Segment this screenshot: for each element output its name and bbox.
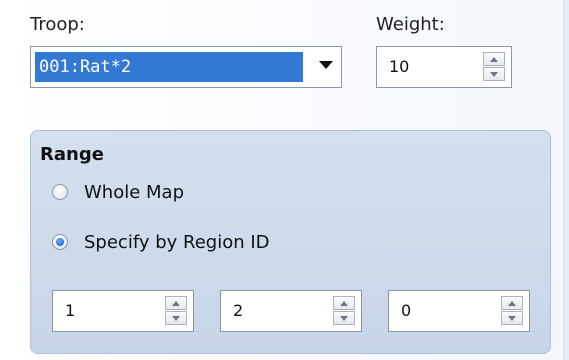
arrow-down-icon [340, 316, 348, 321]
radio-selected-dot [56, 238, 64, 246]
arrow-down-icon [172, 316, 180, 321]
region-id-2-spinner[interactable]: 2 [220, 290, 362, 332]
region-id-3-value: 0 [401, 301, 412, 320]
weight-spin-buttons [483, 52, 505, 82]
region-id-2-spin-buttons [333, 296, 355, 326]
range-title: Range [40, 144, 104, 165]
troop-dialog-panel: Troop: 001:Rat*2 Weight: 10 Range Whole … [0, 0, 569, 360]
region-id-2-decrement-button[interactable] [333, 311, 355, 325]
region-id-1-spin-buttons [165, 296, 187, 326]
region-id-2-value: 2 [233, 301, 244, 320]
radio-whole-map-button[interactable] [52, 184, 68, 200]
arrow-down-icon [508, 316, 516, 321]
chevron-down-icon[interactable] [319, 61, 333, 69]
troop-selected-value: 001:Rat*2 [35, 52, 303, 82]
weight-value: 10 [389, 57, 410, 76]
region-id-1-decrement-button[interactable] [165, 311, 187, 325]
region-id-3-decrement-button[interactable] [501, 311, 523, 325]
weight-increment-button[interactable] [483, 52, 505, 66]
troop-label: Troop: [30, 14, 85, 35]
radio-whole-map-label[interactable]: Whole Map [84, 182, 184, 204]
region-id-3-spinner[interactable]: 0 [388, 290, 530, 332]
arrow-up-icon [340, 301, 348, 306]
radio-specify-region-button[interactable] [52, 234, 68, 250]
panel-edge [563, 0, 569, 360]
region-id-3-spin-buttons [501, 296, 523, 326]
region-id-2-increment-button[interactable] [333, 296, 355, 310]
region-id-3-increment-button[interactable] [501, 296, 523, 310]
weight-spinner[interactable]: 10 [376, 46, 512, 88]
troop-combobox[interactable]: 001:Rat*2 [30, 46, 342, 88]
radio-specify-region-label[interactable]: Specify by Region ID [84, 232, 270, 254]
weight-label: Weight: [376, 14, 445, 35]
region-id-1-spinner[interactable]: 1 [52, 290, 194, 332]
weight-decrement-button[interactable] [483, 67, 505, 81]
arrow-down-icon [490, 72, 498, 77]
region-id-1-increment-button[interactable] [165, 296, 187, 310]
arrow-up-icon [508, 301, 516, 306]
arrow-up-icon [172, 301, 180, 306]
region-id-1-value: 1 [65, 301, 76, 320]
arrow-up-icon [490, 57, 498, 62]
